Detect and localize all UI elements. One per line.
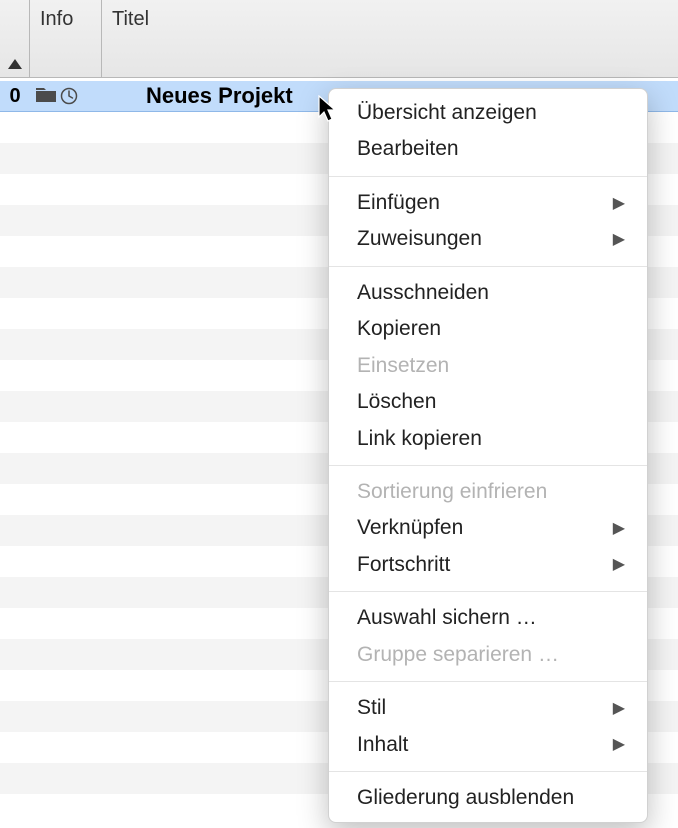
row-index: 0 <box>0 85 30 108</box>
menu-edit[interactable]: Bearbeiten <box>329 131 647 167</box>
chevron-right-icon: ▶ <box>613 697 625 720</box>
menu-separator <box>329 465 647 466</box>
menu-show-overview[interactable]: Übersicht anzeigen <box>329 95 647 131</box>
menu-separator <box>329 176 647 177</box>
header-sort-column[interactable] <box>0 0 30 77</box>
header-title-label: Titel <box>112 8 149 31</box>
menu-separator <box>329 266 647 267</box>
menu-content[interactable]: Inhalt▶ <box>329 727 647 763</box>
clock-icon <box>60 87 78 105</box>
menu-delete[interactable]: Löschen <box>329 384 647 420</box>
sort-ascending-icon <box>8 59 22 69</box>
menu-separator <box>329 771 647 772</box>
menu-hide-outline[interactable]: Gliederung ausblenden <box>329 780 647 816</box>
chevron-right-icon: ▶ <box>613 228 625 251</box>
menu-assignments[interactable]: Zuweisungen▶ <box>329 221 647 257</box>
menu-separator <box>329 591 647 592</box>
menu-separator <box>329 681 647 682</box>
menu-copy[interactable]: Kopieren <box>329 311 647 347</box>
menu-freeze-sort: Sortierung einfrieren <box>329 474 647 510</box>
chevron-right-icon: ▶ <box>613 192 625 215</box>
context-menu: Übersicht anzeigen Bearbeiten Einfügen▶ … <box>328 88 648 823</box>
header-title-column[interactable]: Titel <box>102 0 678 77</box>
menu-link[interactable]: Verknüpfen▶ <box>329 510 647 546</box>
menu-insert[interactable]: Einfügen▶ <box>329 185 647 221</box>
menu-style[interactable]: Stil▶ <box>329 690 647 726</box>
header-info-column[interactable]: Info <box>30 0 102 77</box>
table-header: Info Titel <box>0 0 678 78</box>
chevron-right-icon: ▶ <box>613 517 625 540</box>
menu-separate-group: Gruppe separieren … <box>329 637 647 673</box>
chevron-right-icon: ▶ <box>613 553 625 576</box>
menu-progress[interactable]: Fortschritt▶ <box>329 547 647 583</box>
menu-copy-link[interactable]: Link kopieren <box>329 421 647 457</box>
header-info-label: Info <box>40 8 73 31</box>
menu-paste: Einsetzen <box>329 348 647 384</box>
menu-save-selection[interactable]: Auswahl sichern … <box>329 600 647 636</box>
menu-cut[interactable]: Ausschneiden <box>329 275 647 311</box>
folder-icon <box>36 88 56 104</box>
chevron-right-icon: ▶ <box>613 733 625 756</box>
row-info <box>30 87 102 105</box>
